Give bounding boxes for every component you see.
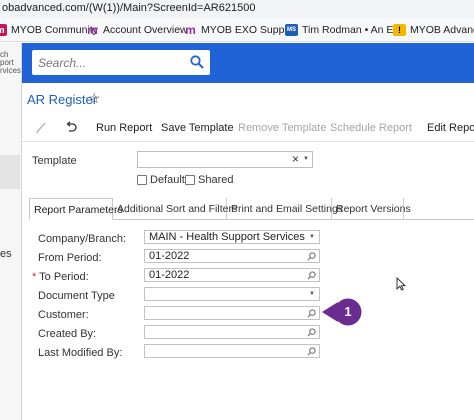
to-period-field[interactable]: 01-2022 [144,268,320,282]
bookmarks-bar: m MYOB Community m Account Overview m MY… [0,18,474,42]
company-branch-label: Company/Branch: [38,233,127,245]
myob-icon: m [87,23,98,37]
toolbar: Run Report Save Template Remove Template… [22,116,474,142]
warning-icon: ! [393,24,406,36]
bookmark-myob-exo-support[interactable]: m MYOB EXO Support [184,23,297,37]
search-icon[interactable] [307,328,316,337]
edit-report-button[interactable]: Edit Report [427,122,474,134]
checkbox-box[interactable] [185,175,195,185]
created-by-label: Created By: [38,328,97,340]
created-by-field[interactable] [144,325,320,339]
chevron-down-icon[interactable]: ▼ [309,234,315,240]
clear-icon[interactable]: × [292,152,299,166]
url-text: obadvanced.com/(W(1))/Main?ScreenId=AR62… [2,2,256,14]
search-icon[interactable] [307,252,316,261]
from-period-label: From Period: [38,252,102,264]
shared-checkbox[interactable]: Shared [185,174,233,186]
to-period-label: * To Period: [32,271,89,283]
save-template-button[interactable]: Save Template [161,122,234,134]
search-icon[interactable] [190,55,204,69]
star-icon[interactable]: ☆ [88,90,101,107]
bookmark-account-overview[interactable]: m Account Overview [86,23,187,37]
chevron-down-icon[interactable]: ▼ [303,156,309,162]
pencil-icon[interactable] [35,120,47,134]
mouse-cursor-icon [396,277,406,291]
myob-icon: m [0,24,7,36]
checkbox-box[interactable] [137,175,147,185]
bookmark-myob-community[interactable]: m MYOB Community [0,23,98,37]
top-header [22,43,474,83]
last-modified-by-field[interactable] [144,344,320,358]
search-input[interactable] [38,54,188,71]
company-logo: ch port rvices [0,50,21,75]
run-report-button[interactable]: Run Report [96,122,152,134]
customer-label: Customer: [38,309,89,321]
tab-report-parameters[interactable]: Report Parameters [29,198,123,220]
sidebar-selected-item[interactable] [0,155,20,189]
required-marker: * [32,271,37,283]
schedule-report-button[interactable]: Schedule Report [330,122,412,134]
template-label: Template [32,155,77,167]
bookmark-myob-advanced[interactable]: ! MYOB Advanced [393,23,474,37]
tab-additional-sort-filters[interactable]: Additional Sort and Filters [113,198,237,220]
left-sidebar: ch port rvices es [0,43,22,420]
company-branch-select[interactable]: MAIN - Health Support Services ▼ [144,230,320,244]
customer-field[interactable] [144,306,320,320]
default-checkbox[interactable]: Default [137,174,185,186]
callout-number: 1 [344,304,352,319]
search-icon[interactable] [307,309,316,318]
chevron-down-icon[interactable]: ▼ [309,291,315,297]
myob-icon: m [185,23,196,37]
search-box[interactable] [32,50,210,75]
from-period-field[interactable]: 01-2022 [144,249,320,263]
remove-template-button[interactable]: Remove Template [238,122,326,134]
bookmark-tim-rodman[interactable]: MS Tim Rodman • An E... [285,23,402,37]
last-modified-by-label: Last Modified By: [38,347,123,359]
tab-print-email-settings[interactable]: Print and Email Settings [227,198,343,220]
ms-icon: MS [285,24,298,36]
sidebar-item-fragment[interactable]: es [0,248,12,260]
undo-icon[interactable] [64,120,78,134]
browser-url-bar[interactable]: obadvanced.com/(W(1))/Main?ScreenId=AR62… [0,0,474,18]
tab-report-versions[interactable]: Report Versions [332,198,411,220]
page-title: AR Register [27,92,98,107]
template-select[interactable]: × ▼ [137,151,313,168]
document-type-label: Document Type [38,290,115,302]
tab-bar: Report Parameters Additional Sort and Fi… [29,198,474,220]
search-icon[interactable] [307,271,316,280]
document-type-select[interactable]: ▼ [144,287,320,301]
search-icon[interactable] [307,347,316,356]
